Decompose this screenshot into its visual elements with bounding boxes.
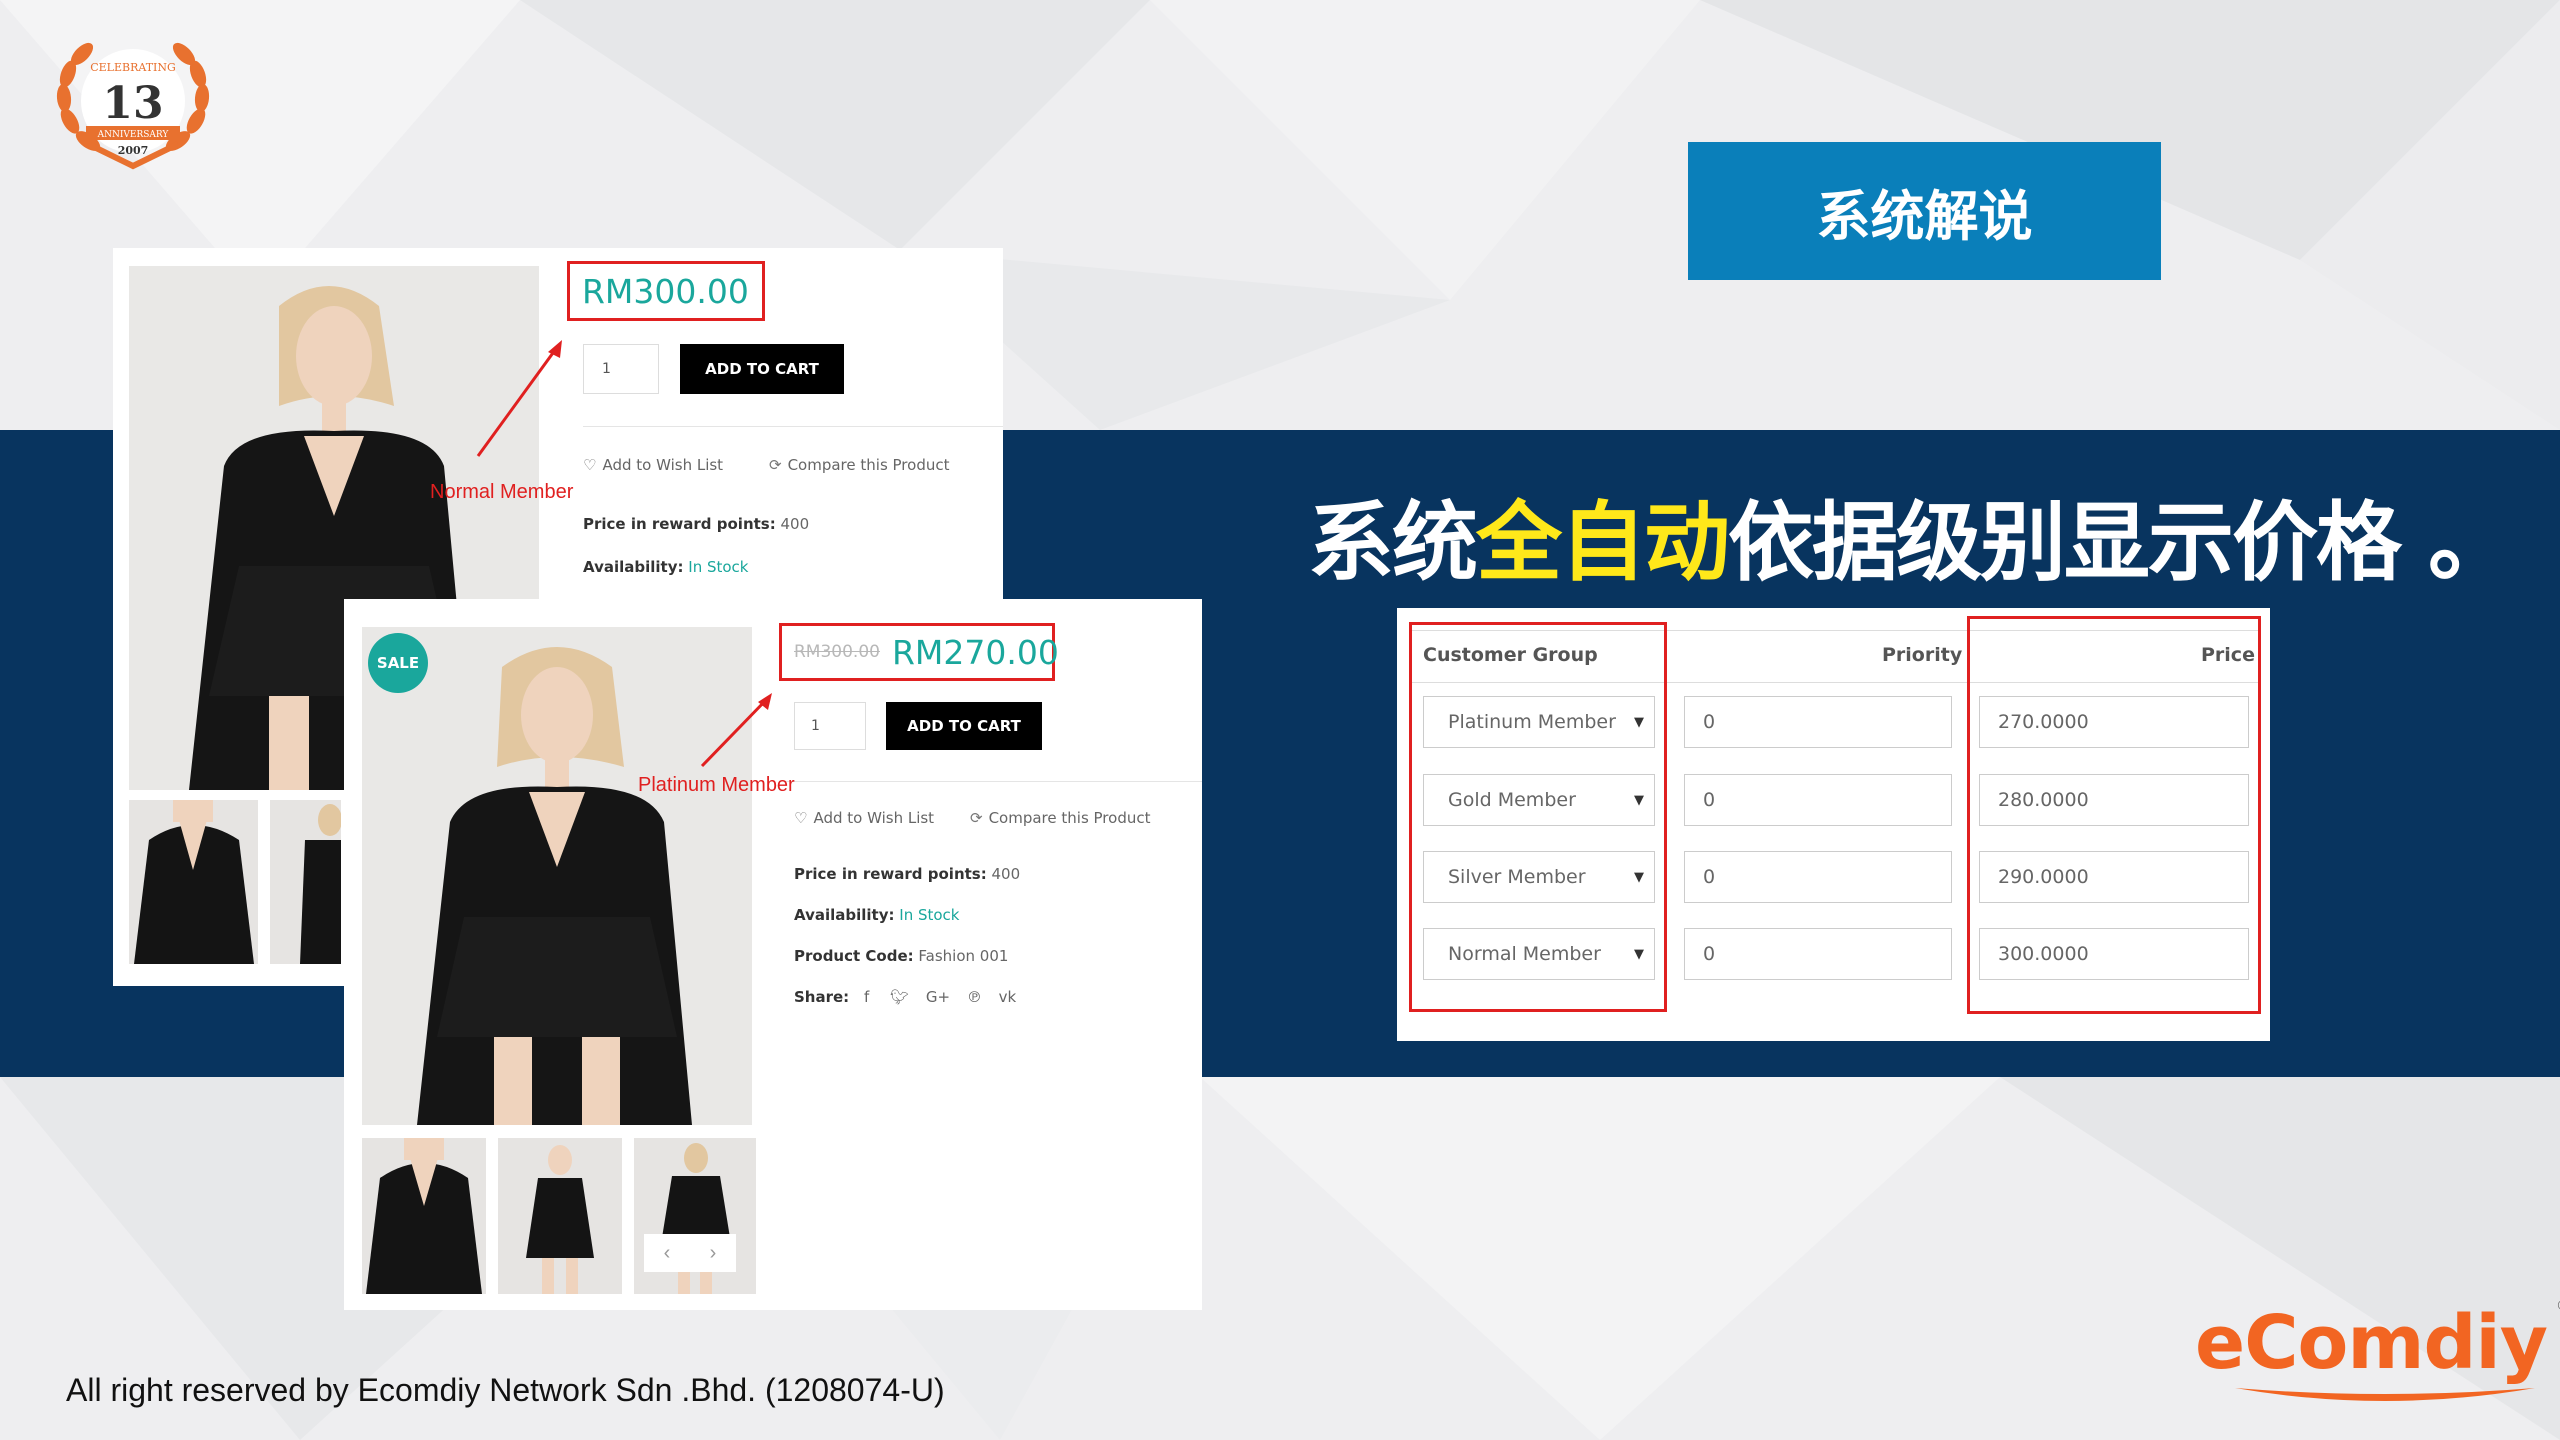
svg-text:ANNIVERSARY: ANNIVERSARY [97,130,170,140]
chevron-right-icon[interactable]: › [710,1242,717,1265]
quantity-input[interactable]: 1 [794,702,866,750]
compare-icon: ⟳ [970,809,983,827]
customer-group-price-table: Customer Group Priority Price Platinum M… [1397,608,2270,1041]
copyright-footer: All right reserved by Ecomdiy Network Sd… [66,1372,945,1408]
compare-link[interactable]: ⟳ Compare this Product [769,456,949,474]
google-plus-icon[interactable]: G+ [926,988,950,1006]
divider [784,781,1202,782]
headline-highlight: 全自动 [1476,493,1730,593]
priority-input[interactable]: 0 [1684,696,1952,748]
heart-icon: ♡ [794,809,808,827]
quantity-input[interactable]: 1 [583,344,659,394]
registered-mark: ® [2556,1298,2560,1314]
facebook-icon[interactable]: f [864,988,869,1006]
thumbnail-nav[interactable]: ‹ › [644,1234,736,1272]
platinum-arrow-icon [700,693,772,768]
normal-price: RM300.00 [582,271,749,311]
headline: 系统全自动依据级别显示价格 。 [1308,472,2548,593]
availability: Availability: In Stock [794,906,960,924]
svg-text:13: 13 [102,78,163,129]
vk-icon[interactable]: vk [999,988,1017,1006]
dress-thumbnail-icon [129,800,258,964]
thumbnail-1[interactable] [129,800,258,964]
wish-list-link[interactable]: ♡ Add to Wish List [794,809,934,827]
priority-input[interactable]: 0 [1684,851,1952,903]
thumbnail-2[interactable] [498,1138,622,1294]
dress-thumbnail-icon [362,1138,486,1294]
add-to-cart-button[interactable]: ADD TO CART [886,702,1042,750]
reward-points: Price in reward points: 400 [583,515,810,533]
normal-member-annotation: Normal Member [430,481,574,503]
twitter-icon[interactable]: 🐦︎ [890,988,909,1006]
availability: Availability: In Stock [583,558,749,576]
headline-part1: 系统 [1308,493,1478,593]
price-column-highlight [1967,616,2261,1014]
add-to-cart-button[interactable]: ADD TO CART [680,344,844,394]
product-main-image[interactable] [362,627,752,1125]
section-title: 系统解说 [1816,184,2033,248]
headline-part2: 依据级别显示价格 。 [1728,493,2514,593]
section-title-box: 系统解说 [1688,142,2161,280]
priority-input[interactable]: 0 [1684,774,1952,826]
reward-points: Price in reward points: 400 [794,865,1021,883]
dress-thumbnail-icon [270,800,341,964]
thumbnail-1[interactable] [362,1138,486,1294]
logo-swoosh-icon [2235,1388,2535,1401]
normal-price-highlight: RM300.00 [567,261,765,321]
heart-icon: ♡ [583,456,597,474]
pinterest-icon[interactable]: ℗ [967,988,982,1006]
svg-text:2007: 2007 [118,144,149,157]
compare-icon: ⟳ [769,456,782,474]
wish-list-link[interactable]: ♡ Add to Wish List [583,456,723,474]
normal-arrow-icon [476,340,562,457]
ecomdiy-logo: eComdiy ® [2195,1298,2560,1401]
divider [583,426,1003,427]
share-row: Share: f 🐦︎ G+ ℗ vk [794,988,1017,1006]
sale-badge: SALE [368,633,428,693]
anniversary-logo: CELEBRATING 13 ANNIVERSARY 2007 [56,42,210,170]
group-column-highlight [1409,622,1667,1012]
thumbnail-2[interactable] [270,800,341,964]
chevron-left-icon[interactable]: ‹ [664,1242,671,1265]
platinum-member-annotation: Platinum Member [638,774,795,796]
compare-link[interactable]: ⟳ Compare this Product [970,809,1150,827]
platinum-price: RM270.00 [891,632,1059,672]
header-priority: Priority [1882,644,1963,666]
platinum-price-highlight: RM300.00 RM270.00 [779,623,1059,681]
dress-thumbnail-icon [498,1138,622,1294]
svg-text:CELEBRATING: CELEBRATING [90,61,176,74]
dress-photo-icon [362,627,752,1125]
priority-input[interactable]: 0 [1684,928,1952,980]
product-code: Product Code: Fashion 001 [794,947,1009,965]
old-price: RM300.00 [794,642,880,662]
